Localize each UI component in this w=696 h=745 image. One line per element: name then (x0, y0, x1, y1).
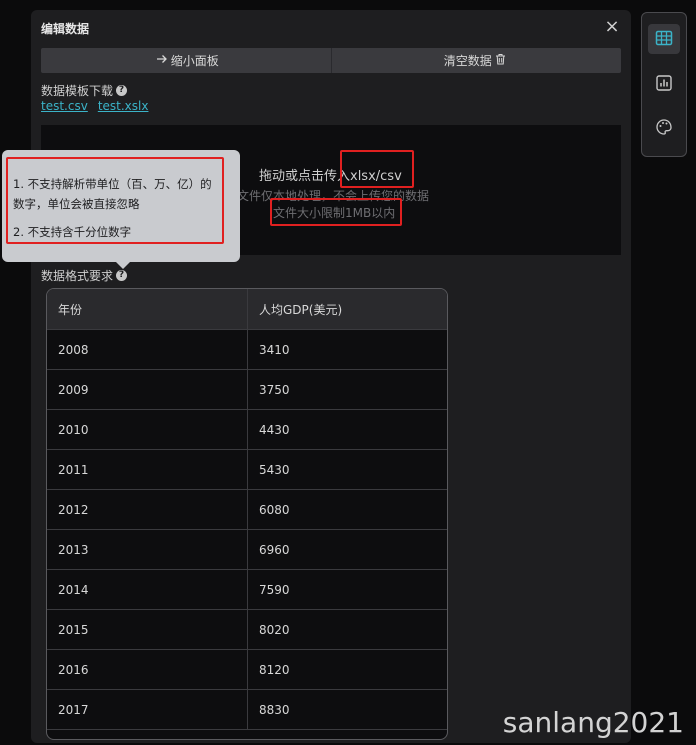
panel-header: 编辑数据 × (31, 10, 631, 46)
table-cell: 7590 (247, 569, 447, 610)
side-tab-style[interactable] (648, 113, 680, 143)
edit-data-panel: 编辑数据 × 缩小面板 清空数据 数据模板下载 ? test.csv test.… (31, 10, 631, 743)
highlight-box-tooltip (6, 157, 224, 244)
table-cell: 2008 (47, 329, 248, 370)
table-cell: 2012 (47, 489, 248, 530)
bar-chart-icon (655, 74, 673, 95)
table-row: 2016 8120 (47, 649, 447, 690)
clear-data-label: 清空数据 (443, 54, 492, 68)
table-cell: 8020 (247, 609, 447, 650)
highlight-box-sizelimit (270, 198, 402, 226)
close-icon[interactable]: × (603, 18, 621, 36)
table-row: 2013 6960 (47, 529, 447, 570)
help-icon[interactable]: ? (116, 85, 128, 96)
sample-data-table: 年份 人均GDP(美元) 2008 3410 2009 3750 2010 4430 … (46, 288, 448, 740)
table-cell: 3410 (247, 329, 447, 370)
side-tab-data[interactable] (648, 24, 680, 54)
download-xlsx-link[interactable]: test.xslx (98, 99, 149, 113)
table-row: 2014 7590 (47, 569, 447, 610)
table-row: 2017 8830 (47, 689, 447, 730)
panel-toolbar: 缩小面板 清空数据 (41, 48, 621, 73)
table-cell: 2013 (47, 529, 248, 570)
table-cell: 2010 (47, 409, 248, 450)
arrow-right-icon (156, 53, 168, 68)
format-requirements-label: 数据格式要求 (41, 269, 114, 283)
table-row: 2009 3750 (47, 369, 447, 410)
table-cell: 2009 (47, 369, 248, 410)
table-row: 2008 3410 (47, 329, 447, 370)
table-cell: 3750 (247, 369, 447, 410)
table-cell: 2011 (47, 449, 248, 490)
clear-data-button[interactable]: 清空数据 (330, 48, 622, 73)
highlight-box-filetype (340, 150, 414, 188)
column-header-year: 年份 (47, 289, 248, 330)
template-links: test.csv test.xslx (41, 99, 148, 113)
table-grid-icon (655, 29, 673, 50)
format-requirements-tooltip: 1. 不支持解析带单位（百、万、亿）的数字，单位会被直接忽略 2. 不支持含千分… (2, 150, 240, 269)
table-cell: 2015 (47, 609, 248, 650)
palette-icon (655, 118, 673, 139)
table-cell: 8830 (247, 689, 447, 730)
format-requirements-row: 数据格式要求 ? (41, 267, 128, 284)
table-header-row: 年份 人均GDP(美元) (47, 289, 447, 330)
table-cell: 6960 (247, 529, 447, 570)
help-icon[interactable]: ? (116, 270, 128, 281)
table-cell: 4430 (247, 409, 447, 450)
table-row: 2010 4430 (47, 409, 447, 450)
table-cell: 6080 (247, 489, 447, 530)
table-cell: 2017 (47, 689, 248, 730)
column-header-gdp: 人均GDP(美元) (247, 289, 447, 330)
template-download-label: 数据模板下载 (41, 84, 114, 98)
template-download-row: 数据模板下载 ? (41, 82, 128, 99)
shrink-panel-label: 缩小面板 (170, 54, 219, 68)
side-toolbar (641, 12, 687, 157)
table-row: 2012 6080 (47, 489, 447, 530)
table-cell: 2016 (47, 649, 248, 690)
table-row: 2015 8020 (47, 609, 447, 650)
table-cell: 2014 (47, 569, 248, 610)
table-cell: 8120 (247, 649, 447, 690)
table-row: 2011 5430 (47, 449, 447, 490)
side-tab-chart[interactable] (648, 69, 680, 99)
table-cell: 5430 (247, 449, 447, 490)
panel-title: 编辑数据 (41, 22, 90, 36)
watermark-text: sanlang2021 (502, 706, 684, 739)
shrink-panel-button[interactable]: 缩小面板 (41, 48, 331, 73)
download-csv-link[interactable]: test.csv (41, 99, 88, 113)
trash-icon (495, 53, 506, 68)
